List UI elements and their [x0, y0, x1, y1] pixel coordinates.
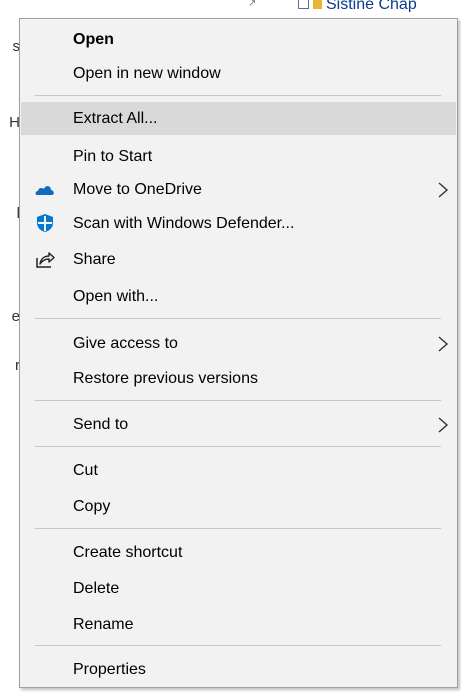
menu-item-label: Cut [73, 462, 98, 479]
menu-item-move-to-onedrive[interactable]: Move to OneDrive [21, 173, 456, 206]
menu-item-label: Delete [73, 580, 120, 597]
menu-separator [35, 528, 441, 529]
menu-item-label: Send to [73, 416, 129, 433]
menu-item-label: Open in new window [73, 65, 221, 82]
context-menu: Open Open in new window Extract All... P… [19, 18, 458, 688]
onedrive-icon [35, 186, 54, 195]
menu-item-label: Rename [73, 616, 134, 633]
menu-item-pin-to-start[interactable]: Pin to Start [21, 140, 456, 173]
folder-icon [313, 0, 322, 9]
share-icon [36, 252, 55, 268]
chevron-right-icon [438, 417, 449, 433]
menu-item-rename[interactable]: Rename [21, 608, 456, 641]
background-fragment: e [11, 308, 20, 325]
background-fragment: s [12, 38, 21, 55]
menu-item-scan-with-windows-defender[interactable]: Scan with Windows Defender... [21, 207, 456, 240]
menu-separator [35, 446, 441, 447]
menu-separator [35, 645, 441, 646]
menu-item-label: Copy [73, 498, 111, 515]
menu-item-open[interactable]: Open [21, 23, 456, 56]
menu-item-extract-all[interactable]: Extract All... [21, 102, 456, 135]
menu-item-properties[interactable]: Properties [21, 653, 456, 686]
menu-item-label: Open [73, 31, 114, 48]
menu-item-label: Share [73, 251, 116, 268]
background-fragment: H [9, 114, 20, 131]
menu-item-label: Create shortcut [73, 544, 183, 561]
background-fragment: r [15, 357, 20, 374]
menu-item-label: Pin to Start [73, 148, 153, 165]
windows-defender-icon [37, 214, 53, 232]
menu-item-label: Scan with Windows Defender... [73, 215, 295, 232]
background-window-title: Sistine Chap [298, 0, 461, 12]
menu-item-delete[interactable]: Delete [21, 572, 456, 605]
menu-item-restore-previous-versions[interactable]: Restore previous versions [21, 362, 456, 395]
checkbox-icon [298, 0, 309, 9]
menu-separator [35, 400, 441, 401]
menu-item-open-with[interactable]: Open with... [21, 280, 456, 313]
background-fragment: l [0, 205, 20, 222]
menu-item-send-to[interactable]: Send to [21, 408, 456, 441]
menu-item-label: Move to OneDrive [73, 181, 202, 198]
menu-separator [35, 95, 441, 96]
menu-item-cut[interactable]: Cut [21, 454, 456, 487]
menu-item-copy[interactable]: Copy [21, 490, 456, 523]
menu-item-label: Give access to [73, 335, 178, 352]
menu-item-label: Properties [73, 661, 146, 678]
menu-item-give-access-to[interactable]: Give access to [21, 327, 456, 360]
menu-item-label: Extract All... [73, 110, 158, 127]
menu-item-label: Restore previous versions [73, 370, 258, 387]
menu-item-share[interactable]: Share [21, 243, 456, 276]
window-title-text: Sistine Chap [326, 0, 417, 12]
chevron-right-icon [438, 336, 449, 352]
pin-icon: ↗ [248, 0, 257, 9]
chevron-right-icon [438, 182, 449, 198]
menu-item-label: Open with... [73, 288, 159, 305]
menu-item-create-shortcut[interactable]: Create shortcut [21, 536, 456, 569]
menu-item-open-in-new-window[interactable]: Open in new window [21, 57, 456, 90]
menu-separator [35, 318, 441, 319]
